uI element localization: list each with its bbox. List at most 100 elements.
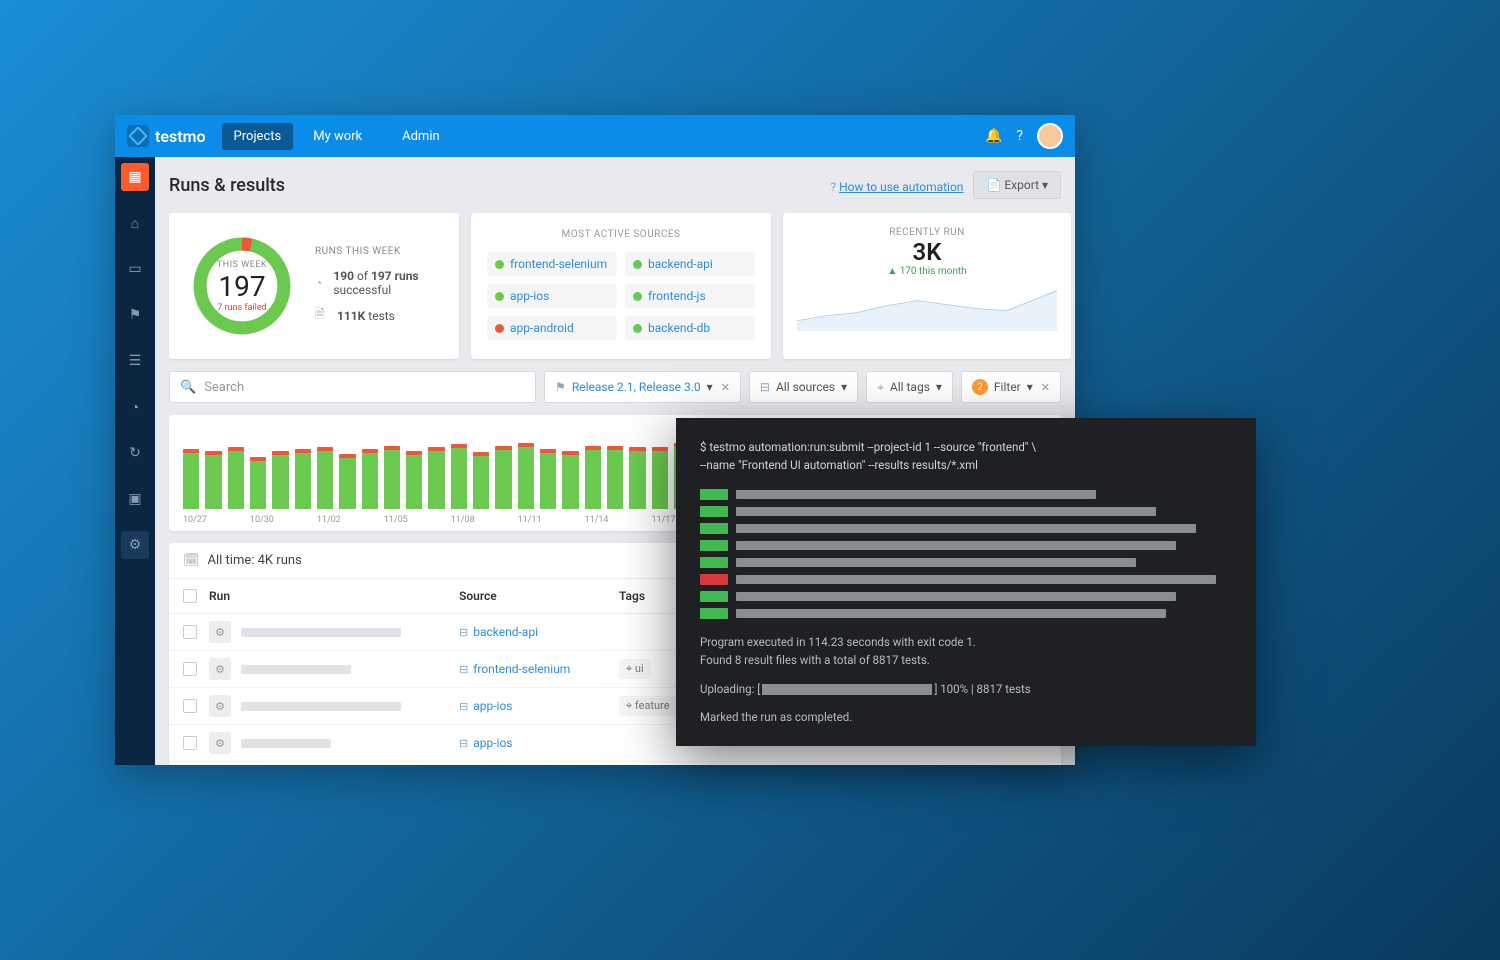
db-icon: ⊟ bbox=[459, 626, 468, 639]
bar[interactable] bbox=[451, 448, 467, 509]
col-run[interactable]: Run bbox=[209, 589, 459, 603]
bar[interactable] bbox=[562, 455, 578, 509]
checkbox[interactable] bbox=[183, 625, 197, 639]
pie-icon: ◔ bbox=[315, 276, 325, 290]
source-chip[interactable]: frontend-js bbox=[625, 284, 755, 308]
source-link[interactable]: ⊟backend-api bbox=[459, 625, 619, 639]
gear-icon[interactable]: ⚙ bbox=[209, 732, 231, 754]
donut-value: 197 bbox=[218, 270, 265, 303]
sidebar-chart-icon[interactable]: ◔ bbox=[121, 393, 149, 421]
sidebar-list-icon[interactable]: ☰ bbox=[121, 347, 149, 375]
status-dot bbox=[633, 260, 642, 269]
bar[interactable] bbox=[607, 450, 623, 509]
terminal-result-row bbox=[700, 506, 1232, 517]
bar[interactable] bbox=[629, 451, 645, 509]
gear-icon[interactable]: ⚙ bbox=[209, 695, 231, 717]
sidebar-book-icon[interactable]: ▭ bbox=[121, 255, 149, 283]
close-icon[interactable]: ✕ bbox=[721, 381, 730, 394]
help-icon[interactable]: ? bbox=[1016, 128, 1023, 144]
sidebar-settings-icon[interactable]: ⚙ bbox=[121, 531, 149, 559]
result-bar bbox=[736, 524, 1196, 533]
brand-logo[interactable]: testmo bbox=[127, 125, 206, 147]
bar-label: 11/08 bbox=[451, 515, 475, 525]
bar[interactable] bbox=[228, 451, 244, 509]
filter-sources[interactable]: ⊟All sources ▾ bbox=[749, 371, 858, 403]
sidebar-monitor-icon[interactable]: ▣ bbox=[121, 485, 149, 513]
result-bar bbox=[736, 490, 1096, 499]
table-row[interactable]: ⚙⊟app-android bbox=[169, 762, 1061, 765]
calendar-icon: 🗓 bbox=[183, 553, 200, 568]
stat-runs: 190 of 197 runs successful bbox=[333, 269, 441, 297]
nav-admin[interactable]: Admin bbox=[390, 123, 452, 150]
source-link[interactable]: ⊟app-ios bbox=[459, 699, 619, 713]
source-name: app-android bbox=[510, 321, 574, 335]
terminal-output: Found 8 result files with a total of 881… bbox=[700, 651, 1232, 669]
bar[interactable] bbox=[317, 451, 333, 509]
file-icon: 🗎 bbox=[315, 305, 329, 326]
checkbox[interactable] bbox=[183, 699, 197, 713]
filter-tags[interactable]: ⌖All tags ▾ bbox=[866, 371, 953, 403]
avatar[interactable] bbox=[1037, 123, 1063, 149]
sparkline bbox=[797, 281, 1057, 331]
source-chip[interactable]: backend-api bbox=[625, 252, 755, 276]
card-recent: RECENTLY RUN 3K ▲ 170 this month bbox=[783, 213, 1071, 359]
terminal-result-row bbox=[700, 574, 1232, 585]
bar[interactable] bbox=[652, 451, 668, 509]
source-chip[interactable]: app-ios bbox=[487, 284, 617, 308]
sidebar-flag-icon[interactable]: ⚑ bbox=[121, 301, 149, 329]
sidebar-refresh-icon[interactable]: ↻ bbox=[121, 439, 149, 467]
bar[interactable] bbox=[205, 455, 221, 509]
terminal-result-row bbox=[700, 591, 1232, 602]
checkbox[interactable] bbox=[183, 662, 197, 676]
flag-icon: ⚑ bbox=[555, 380, 566, 394]
bar[interactable] bbox=[339, 458, 355, 509]
source-link[interactable]: ⊟app-ios bbox=[459, 736, 619, 750]
run-name-placeholder bbox=[241, 665, 351, 674]
bar[interactable] bbox=[183, 453, 199, 509]
bar-label bbox=[213, 515, 225, 525]
filter-releases[interactable]: ⚑Release 2.1, Release 3.0 ▾ ✕ bbox=[544, 371, 741, 403]
nav-mywork[interactable]: My work bbox=[301, 123, 374, 150]
gear-icon[interactable]: ⚙ bbox=[209, 658, 231, 680]
tag[interactable]: ⌖ ui bbox=[619, 659, 651, 679]
search-input[interactable]: 🔍 Search bbox=[169, 371, 536, 403]
checkbox[interactable] bbox=[183, 736, 197, 750]
col-source[interactable]: Source bbox=[459, 589, 619, 603]
bar[interactable] bbox=[250, 461, 266, 509]
source-chip[interactable]: backend-db bbox=[625, 316, 755, 340]
bar[interactable] bbox=[473, 456, 489, 509]
bar[interactable] bbox=[495, 450, 511, 509]
tag[interactable]: ⌖ feature bbox=[619, 696, 677, 716]
gear-icon[interactable]: ⚙ bbox=[209, 621, 231, 643]
nav-projects[interactable]: Projects bbox=[222, 123, 294, 150]
source-name: app-ios bbox=[510, 289, 549, 303]
bar[interactable] bbox=[272, 455, 288, 509]
bar[interactable] bbox=[295, 453, 311, 509]
sidebar: ▦ ⌂ ▭ ⚑ ☰ ◔ ↻ ▣ ⚙ bbox=[115, 157, 155, 765]
bar[interactable] bbox=[406, 455, 422, 509]
export-button[interactable]: 📄 Export ▾ bbox=[973, 171, 1061, 199]
bar-label bbox=[566, 515, 578, 525]
filter-badge: 2 bbox=[972, 379, 988, 395]
terminal-result-row bbox=[700, 557, 1232, 568]
terminal-result-row bbox=[700, 608, 1232, 619]
checkbox-all[interactable] bbox=[183, 589, 197, 603]
bar[interactable] bbox=[518, 447, 534, 509]
bar[interactable] bbox=[384, 450, 400, 509]
source-link[interactable]: ⊟frontend-selenium bbox=[459, 662, 619, 676]
help-link[interactable]: How to use automation bbox=[839, 180, 963, 194]
status-block bbox=[700, 523, 728, 534]
sidebar-home-icon[interactable]: ⌂ bbox=[121, 209, 149, 237]
db-icon: ⊟ bbox=[760, 380, 770, 394]
filter-button[interactable]: 2Filter ▾ ✕ bbox=[961, 371, 1061, 403]
bar[interactable] bbox=[585, 450, 601, 509]
sidebar-runs-icon[interactable]: ▦ bbox=[121, 163, 149, 191]
bar-label bbox=[231, 515, 243, 525]
source-chip[interactable]: frontend-selenium bbox=[487, 252, 617, 276]
close-icon[interactable]: ✕ bbox=[1041, 381, 1050, 394]
bell-icon[interactable]: 🔔 bbox=[985, 128, 1002, 144]
bar[interactable] bbox=[540, 453, 556, 509]
bar[interactable] bbox=[428, 451, 444, 509]
source-chip[interactable]: app-android bbox=[487, 316, 617, 340]
bar[interactable] bbox=[362, 453, 378, 509]
